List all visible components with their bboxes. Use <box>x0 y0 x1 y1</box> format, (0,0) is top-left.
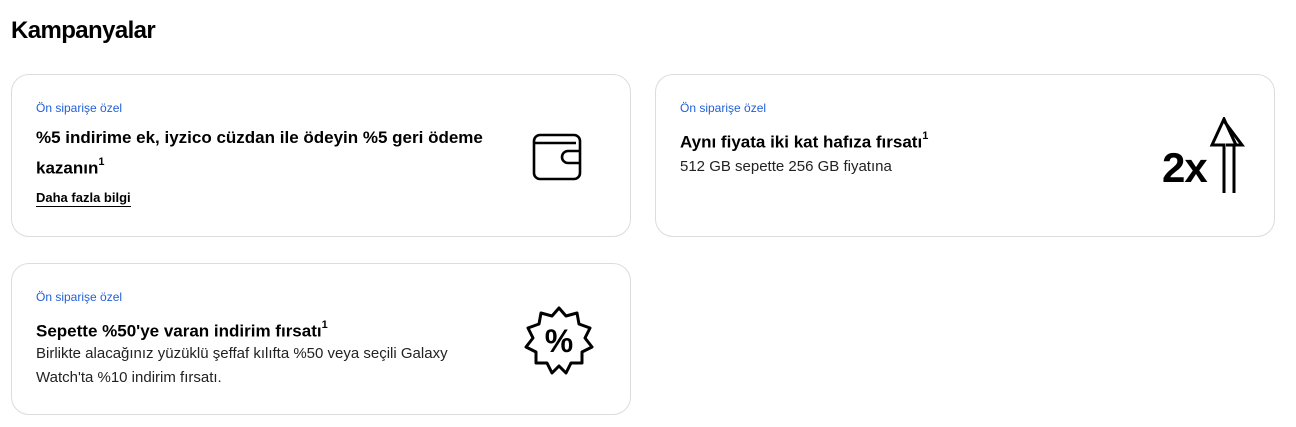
footnote-marker: 1 <box>98 156 105 168</box>
footnote-marker: 1 <box>321 319 328 331</box>
campaign-tag: Ön siparişe özel <box>36 290 123 304</box>
campaign-title-text: %5 indirime ek, iyzico cüzdan ile ödeyin… <box>36 128 483 178</box>
campaign-card-iyzico[interactable]: Ön siparişe özel %5 indirime ek, iyzico … <box>11 74 631 237</box>
more-info-link[interactable]: Daha fazla bilgi <box>36 190 131 207</box>
campaign-description: Birlikte alacağınız yüzüklü şeffaf kılıf… <box>36 345 448 386</box>
wallet-icon <box>532 133 582 181</box>
campaign-tag: Ön siparişe özel <box>36 101 123 115</box>
campaign-title-text: Sepette %50'ye varan indirim fırsatı <box>36 321 322 341</box>
campaign-title-text: Aynı fiyata iki kat hafıza fırsatı <box>680 132 923 152</box>
discount-badge-label: % <box>544 323 574 359</box>
footnote-marker: 1 <box>922 130 929 142</box>
section-title: Kampanyalar <box>11 17 156 44</box>
discount-badge-icon: % <box>524 306 594 376</box>
campaign-title: Sepette %50'ye varan indirim fırsatı1 <box>36 314 506 345</box>
campaign-tag: Ön siparişe özel <box>680 101 767 115</box>
campaign-card-storage[interactable]: Ön siparişe özel Aynı fiyata iki kat haf… <box>655 74 1275 237</box>
campaign-title: %5 indirime ek, iyzico cüzdan ile ödeyin… <box>36 125 496 182</box>
double-storage-icon: 2x <box>1162 117 1246 197</box>
campaign-card-discount[interactable]: Ön siparişe özel Sepette %50'ye varan in… <box>11 263 631 415</box>
campaign-description: 512 GB sepette 256 GB fiyatına <box>680 158 892 175</box>
campaigns-page: Kampanyalar Ön siparişe özel %5 indirime… <box>0 0 1296 427</box>
campaign-title: Aynı fiyata iki kat hafıza fırsatı1 <box>680 125 1140 156</box>
double-storage-label: 2x <box>1162 144 1208 191</box>
